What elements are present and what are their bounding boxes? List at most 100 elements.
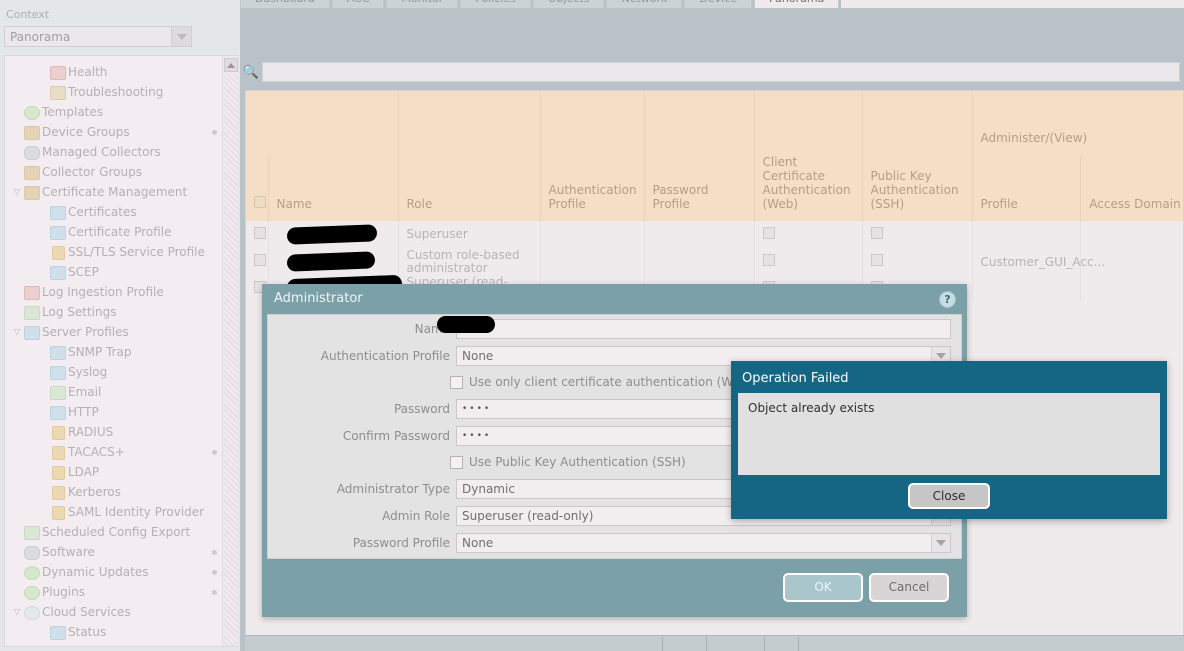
search-icon[interactable]: 🔍 (240, 65, 262, 80)
column-header-client-certificate-authentication-web[interactable]: Client Certificate Authentication (Web) (754, 155, 863, 221)
column-header-access-domain[interactable]: Access Domain (1080, 155, 1183, 221)
admin-role-label: Admin Role (382, 508, 450, 523)
sidebar-item-managed-collectors[interactable]: Managed Collectors (5, 142, 223, 162)
sidebar-item-dynamic-updates[interactable]: Dynamic Updates (5, 562, 223, 582)
client-certificate-auth-checkbox[interactable] (762, 227, 775, 239)
close-button[interactable]: Close (908, 483, 990, 509)
chevron-down-icon[interactable] (931, 533, 950, 552)
public-key-auth-checkbox[interactable] (870, 227, 883, 239)
lock-icon (49, 245, 66, 260)
table-header: Administer/(View) Name Role Authentication… (246, 91, 1183, 221)
ok-button[interactable]: OK (783, 573, 863, 602)
authentication-profile-label: Authentication Profile (320, 348, 450, 363)
column-header-profile[interactable]: Profile (972, 155, 1082, 221)
expand-collapse-icon[interactable]: ▽ (11, 182, 23, 202)
row-select-checkbox[interactable] (254, 227, 266, 239)
sidebar-item-label: Templates (42, 105, 104, 119)
scrollbar-track[interactable] (224, 74, 238, 646)
tab-policies[interactable]: Policies (460, 0, 531, 8)
tab-dashboard[interactable]: Dashboard (240, 0, 330, 8)
certificate-icon (49, 225, 66, 240)
sidebar-item-certificates[interactable]: Certificates (5, 202, 223, 222)
public-key-auth-checkbox[interactable] (870, 254, 883, 266)
sidebar-item-scheduled-config-export[interactable]: Scheduled Config Export (5, 522, 223, 542)
column-header-password-profile[interactable]: Password Profile (644, 155, 755, 221)
help-icon[interactable]: ? (939, 291, 956, 308)
public-key-checkbox[interactable] (450, 455, 463, 469)
sidebar-item-collector-groups[interactable]: Collector Groups (5, 162, 223, 182)
client-certificate-auth-checkbox[interactable] (762, 254, 775, 266)
password-profile-dropdown[interactable]: None (456, 532, 951, 553)
sidebar-item-software[interactable]: Software (5, 542, 223, 562)
sidebar-item-cloud-services[interactable]: ▽ Cloud Services (5, 602, 223, 622)
sidebar-item-plugins[interactable]: Plugins (5, 582, 223, 602)
log-settings-icon (23, 305, 40, 320)
sidebar-item-http[interactable]: HTTP (5, 402, 223, 422)
cell-password-profile (644, 248, 755, 275)
sidebar-item-troubleshooting[interactable]: Troubleshooting (5, 82, 223, 102)
sidebar-item-certificate-profile[interactable]: Certificate Profile (5, 222, 223, 242)
sidebar-item-scep[interactable]: SCEP (5, 262, 223, 282)
cell-access-domain (1080, 275, 1183, 302)
sidebar-item-radius[interactable]: RADIUS (5, 422, 223, 442)
tab-panorama[interactable]: Panorama (754, 0, 840, 8)
sidebar-item-log-ingestion-profile[interactable]: Log Ingestion Profile (5, 282, 223, 302)
sidebar-item-certificate-management[interactable]: ▽ Certificate Management (5, 182, 223, 202)
column-header-name[interactable]: Name (268, 155, 399, 221)
name-field[interactable] (437, 315, 951, 339)
table-row[interactable]: Custom role-based administrator Customer_… (246, 248, 1183, 275)
plugins-icon (23, 585, 40, 600)
expand-collapse-icon[interactable]: ▽ (11, 322, 23, 342)
public-key-checkbox-label: Use Public Key Authentication (SSH) (469, 455, 686, 469)
sidebar-item-label: Syslog (68, 365, 108, 379)
chevron-down-icon[interactable] (171, 27, 191, 46)
sidebar-item-status[interactable]: Status (5, 622, 223, 642)
sidebar-item-configuration[interactable]: Configuration (5, 642, 223, 646)
tab-acc[interactable]: ACC (331, 0, 385, 8)
sidebar-item-syslog[interactable]: Syslog (5, 362, 223, 382)
sidebar-item-ldap[interactable]: LDAP (5, 462, 223, 482)
sidebar-item-templates[interactable]: Templates (5, 102, 223, 122)
scheduled-export-icon (23, 525, 40, 540)
cell-profile (972, 221, 1082, 248)
sidebar-item-label: Log Ingestion Profile (42, 285, 164, 299)
sidebar-item-ssl-tls-service-profile[interactable]: SSL/TLS Service Profile (5, 242, 223, 262)
sidebar-item-label: Scheduled Config Export (42, 525, 191, 539)
cancel-button[interactable]: Cancel (869, 573, 949, 602)
sidebar-item-label: HTTP (68, 405, 99, 419)
tab-network[interactable]: Network (606, 0, 683, 8)
sidebar-item-email[interactable]: Email (5, 382, 223, 402)
sidebar-item-label: Certificates (68, 205, 137, 219)
sidebar-item-saml-identity-provider[interactable]: SAML Identity Provider (5, 502, 223, 522)
search-input[interactable] (262, 62, 1180, 82)
sidebar-item-kerberos[interactable]: Kerberos (5, 482, 223, 502)
sidebar-item-indicator-dot (212, 589, 217, 595)
table-row[interactable]: Superuser (246, 221, 1183, 248)
sidebar-item-label: SAML Identity Provider (68, 505, 205, 519)
sidebar-item-health[interactable]: Health (5, 62, 223, 82)
sidebar-item-tacacs-[interactable]: TACACS+ (5, 442, 223, 462)
sidebar-item-label: SNMP Trap (68, 345, 132, 359)
tab-device[interactable]: Device (684, 0, 753, 8)
sidebar-scrollbar[interactable] (222, 56, 238, 646)
client-certificate-checkbox[interactable] (450, 375, 463, 389)
sidebar-item-server-profiles[interactable]: ▽ Server Profiles (5, 322, 223, 342)
sidebar-item-label: Server Profiles (42, 325, 129, 339)
column-header-public-key-authentication-ssh[interactable]: Public Key Authentication (SSH) (862, 155, 973, 221)
sidebar-item-device-groups[interactable]: Device Groups (5, 122, 223, 142)
cell-authentication-profile (540, 221, 645, 248)
tab-monitor[interactable]: Monitor (386, 0, 459, 8)
sidebar-item-label: Email (68, 385, 102, 399)
sidebar-item-log-settings[interactable]: Log Settings (5, 302, 223, 322)
cell-name (268, 221, 399, 248)
select-all-checkbox[interactable] (254, 196, 266, 208)
context-dropdown[interactable]: Panorama (4, 26, 192, 47)
sidebar-item-snmp-trap[interactable]: SNMP Trap (5, 342, 223, 362)
expand-collapse-icon[interactable]: ▽ (11, 602, 23, 622)
column-header-role[interactable]: Role (398, 155, 541, 221)
row-select-checkbox[interactable] (254, 254, 266, 266)
tab-objects[interactable]: Objects (532, 0, 605, 8)
column-header-authentication-profile[interactable]: Authentication Profile (540, 155, 645, 221)
scroll-up-arrow-icon[interactable] (223, 58, 238, 72)
group-header-spacer-5 (754, 91, 863, 155)
